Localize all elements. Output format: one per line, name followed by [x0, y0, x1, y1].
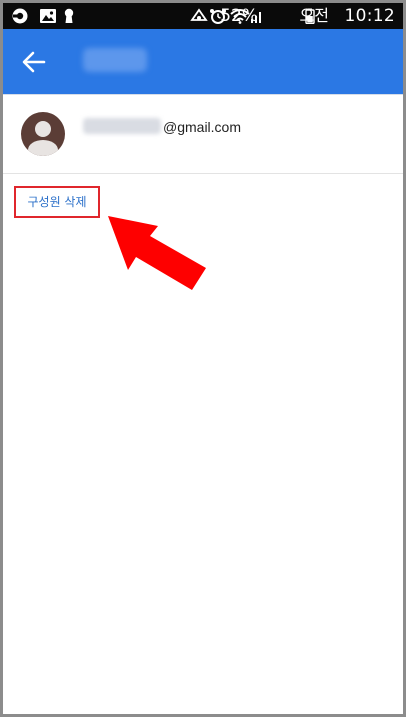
divider — [3, 173, 403, 174]
person-avatar-icon — [21, 112, 65, 156]
status-time: 10:12 — [344, 6, 395, 26]
page-title — [83, 48, 147, 72]
remove-member-button[interactable]: 구성원 삭제 — [14, 186, 100, 218]
status-bar: 52% 오전 10:12 — [3, 3, 403, 29]
status-ampm: 오전 — [299, 6, 329, 25]
email-username-redacted — [83, 118, 161, 134]
phone-screen: 52% 오전 10:12 @gmail.com 구성원 삭제 — [0, 0, 406, 717]
arrow-left-icon[interactable] — [19, 47, 49, 77]
cloud-sync-icon — [190, 8, 208, 21]
remove-member-label: 구성원 삭제 — [27, 195, 87, 209]
keyhole-icon — [64, 8, 74, 23]
battery-percent: 52% — [220, 6, 258, 26]
email-domain: @gmail.com — [163, 119, 242, 135]
member-list-item[interactable]: @gmail.com — [3, 95, 403, 173]
member-email: @gmail.com — [83, 117, 241, 137]
red-arrow-icon — [108, 216, 206, 290]
line-messenger-icon — [12, 8, 28, 24]
gallery-icon — [40, 9, 56, 23]
app-bar — [3, 29, 403, 94]
